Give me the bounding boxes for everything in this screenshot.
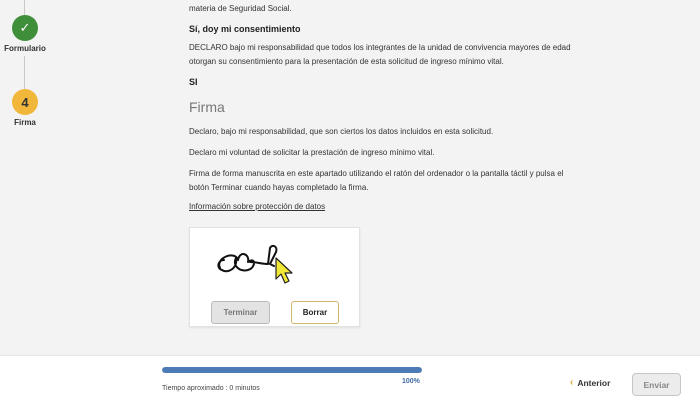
declaration-paragraph-1: Declaro, bajo mi responsabilidad, que so… xyxy=(189,127,494,136)
progress-fill xyxy=(162,367,422,373)
footer: 100% Tiempo aproximado : 0 minutos ‹ Ant… xyxy=(0,355,700,408)
progress-percent: 100% xyxy=(402,378,420,385)
time-estimate: Tiempo aproximado : 0 minutos xyxy=(162,385,260,392)
text-fragment: materia de Seguridad Social. xyxy=(189,4,292,13)
stepper-line xyxy=(24,0,25,15)
declaration-text: DECLARO bajo mi responsabilidad que todo… xyxy=(189,43,571,66)
borrar-button[interactable]: Borrar xyxy=(291,301,339,324)
progress-bar xyxy=(162,367,422,373)
consent-answer: SI xyxy=(189,77,198,87)
form-page: ✓ Formulario 4 Firma materia de Segurida… xyxy=(0,0,700,355)
stepper-line xyxy=(24,56,25,89)
signature-instructions: Firma de forma manuscrita en este aparta… xyxy=(189,169,564,192)
firma-heading: Firma xyxy=(189,99,225,115)
consent-heading: Sí, doy mi consentimiento xyxy=(189,24,301,34)
anterior-label: Anterior xyxy=(577,377,611,388)
data-protection-link[interactable]: Información sobre protección de datos xyxy=(189,200,325,214)
anterior-button[interactable]: ‹ Anterior xyxy=(570,377,610,388)
stepper: ✓ Formulario 4 Firma xyxy=(0,0,60,355)
step-firma-label: Firma xyxy=(14,118,36,127)
step-formulario-label: Formulario xyxy=(4,44,46,53)
enviar-button[interactable]: Enviar xyxy=(632,373,681,396)
step-firma-number: 4 xyxy=(12,89,38,115)
terminar-button[interactable]: Terminar xyxy=(211,301,270,324)
declaration-paragraph-2: Declaro mi voluntad de solicitar la pres… xyxy=(189,148,435,157)
step-formulario-check-icon: ✓ xyxy=(12,15,38,41)
chevron-left-icon: ‹ xyxy=(570,377,574,388)
mouse-pointer-icon xyxy=(275,257,293,284)
signature-pad[interactable]: Terminar Borrar xyxy=(189,227,360,327)
